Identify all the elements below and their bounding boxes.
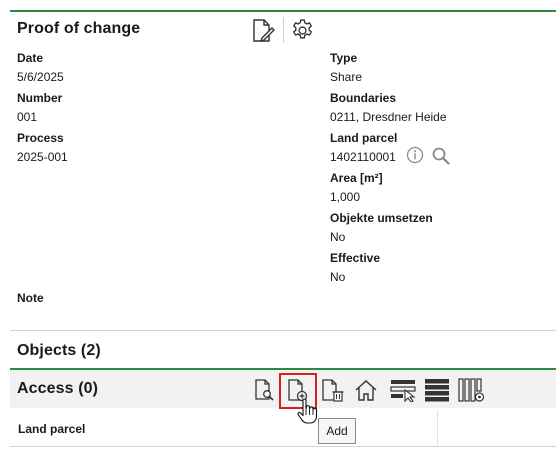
process-label: Process bbox=[17, 131, 64, 145]
section-title-access: Access (0) bbox=[17, 380, 99, 397]
effective-label: Effective bbox=[330, 251, 381, 265]
edit-document-icon[interactable] bbox=[250, 18, 276, 44]
boundaries-label: Boundaries bbox=[330, 91, 397, 105]
type-value: Share bbox=[330, 70, 363, 84]
top-accent-line bbox=[10, 10, 556, 12]
document-search-icon[interactable] bbox=[252, 378, 276, 402]
section-title-objects[interactable]: Objects (2) bbox=[17, 342, 101, 360]
tooltip-text: Add bbox=[326, 424, 348, 438]
land-parcel-value[interactable]: 1402110001 bbox=[330, 150, 396, 164]
document-delete-icon[interactable] bbox=[320, 378, 346, 404]
type-label: Type bbox=[330, 51, 358, 65]
info-icon[interactable] bbox=[406, 146, 424, 164]
process-value: 2025-001 bbox=[17, 150, 68, 164]
area-label: Area [m²] bbox=[330, 171, 383, 185]
toolbar-separator bbox=[283, 17, 284, 43]
home-icon[interactable] bbox=[353, 378, 379, 404]
number-label: Number bbox=[17, 91, 63, 105]
divider bbox=[10, 330, 556, 331]
objekte-umsetzen-value: No bbox=[330, 230, 346, 244]
date-label: Date bbox=[17, 51, 44, 65]
access-table-header bbox=[10, 410, 556, 447]
section-title-proof: Proof of change bbox=[17, 20, 141, 37]
list-icon[interactable] bbox=[424, 378, 450, 402]
date-value: 5/6/2025 bbox=[17, 70, 64, 84]
objekte-umsetzen-label: Objekte umsetzen bbox=[330, 211, 433, 225]
area-value: 1,000 bbox=[330, 190, 361, 204]
column-header-land-parcel[interactable]: Land parcel bbox=[18, 422, 85, 436]
effective-value: No bbox=[330, 270, 346, 284]
rows-select-icon[interactable] bbox=[390, 378, 418, 402]
land-parcel-label: Land parcel bbox=[330, 131, 398, 145]
cursor-pointer-icon bbox=[297, 398, 318, 424]
note-label: Note bbox=[17, 291, 44, 305]
boundaries-value: 0211, Dresdner Heide bbox=[330, 110, 447, 124]
column-divider bbox=[437, 410, 438, 446]
search-icon[interactable] bbox=[431, 146, 451, 166]
add-tooltip: Add bbox=[318, 418, 356, 444]
number-value: 001 bbox=[17, 110, 38, 124]
gear-icon[interactable] bbox=[290, 18, 315, 43]
columns-settings-icon[interactable] bbox=[458, 378, 486, 404]
